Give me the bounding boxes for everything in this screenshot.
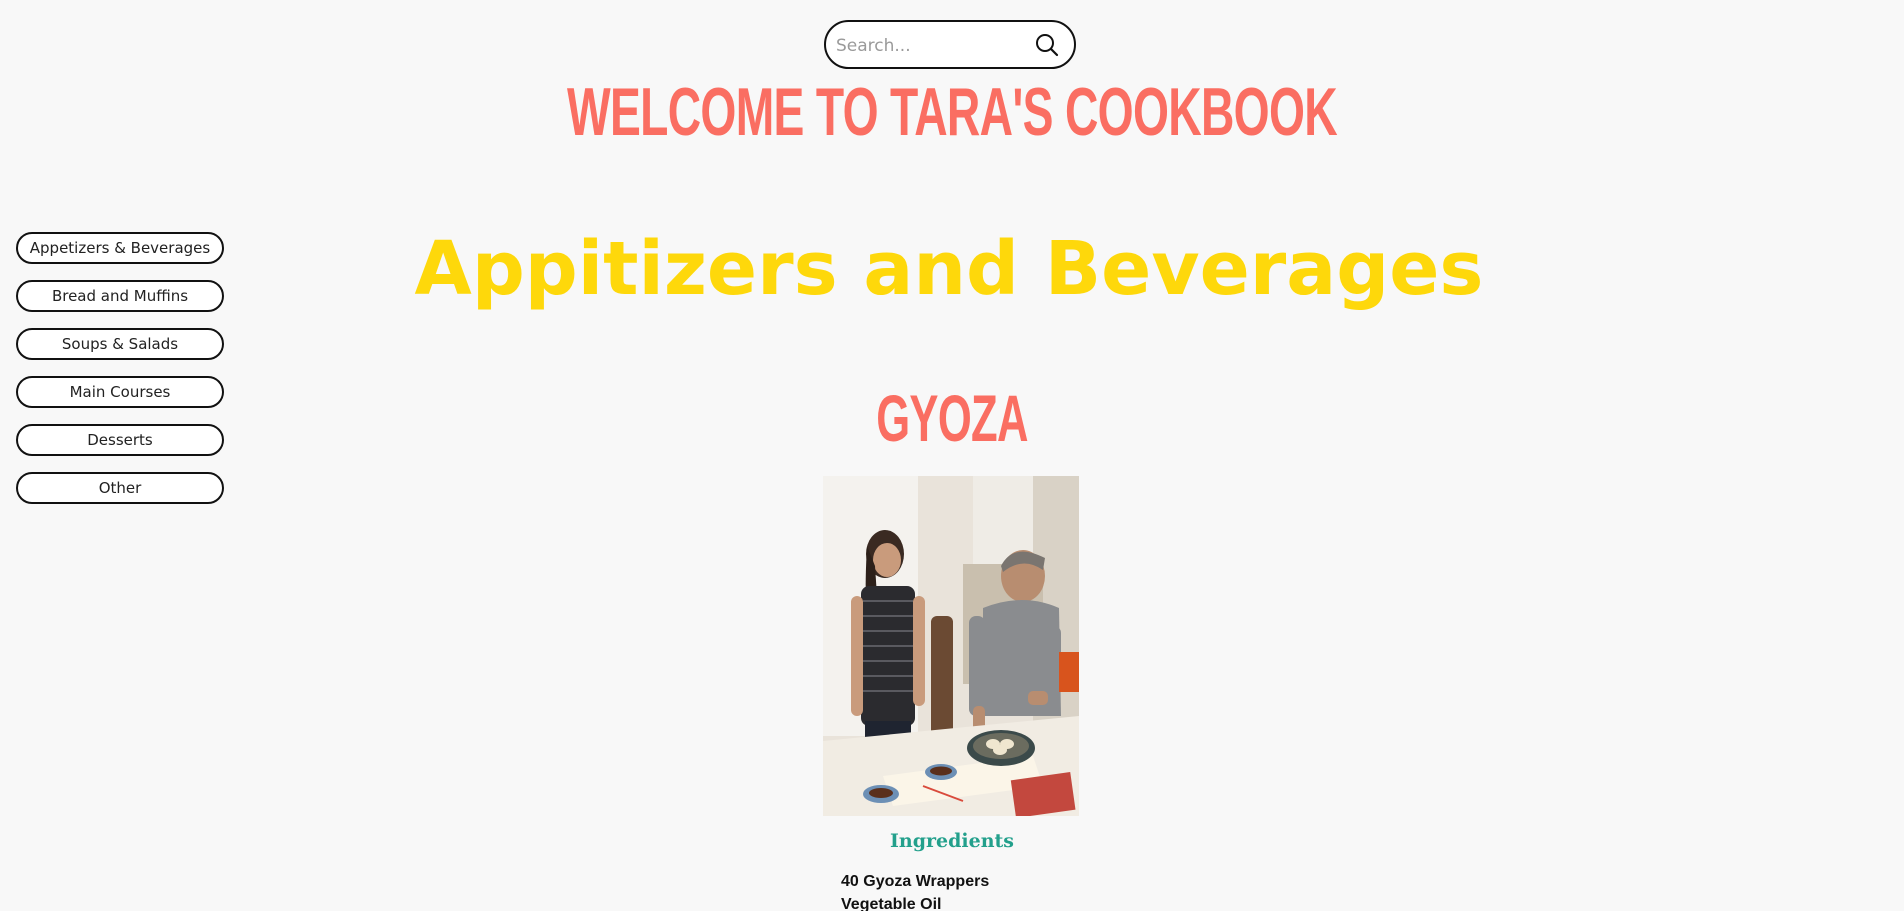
nav-soups-salads-button[interactable]: Soups & Salads [16, 328, 224, 360]
ingredient-item: 40 Gyoza Wrappers [841, 873, 990, 890]
search-bar [824, 20, 1076, 69]
section-title: Appitizers and Beverages [414, 226, 1484, 312]
site-title: WELCOME TO TARA'S COOKBOOK [567, 74, 1338, 150]
search-input[interactable] [834, 28, 1028, 64]
nav-main-courses-button[interactable]: Main Courses [16, 376, 224, 408]
nav-other-button[interactable]: Other [16, 472, 224, 504]
search-icon[interactable] [1032, 30, 1062, 60]
ingredient-item: Vegetable Oil [841, 896, 942, 911]
recipe-title: GYOZA [876, 381, 1028, 455]
ingredients-heading: Ingredients [890, 830, 1014, 852]
nav-desserts-button[interactable]: Desserts [16, 424, 224, 456]
recipe-photo [823, 476, 1079, 816]
ingredients-list: 40 Gyoza Wrappers Vegetable Oil [841, 870, 989, 911]
